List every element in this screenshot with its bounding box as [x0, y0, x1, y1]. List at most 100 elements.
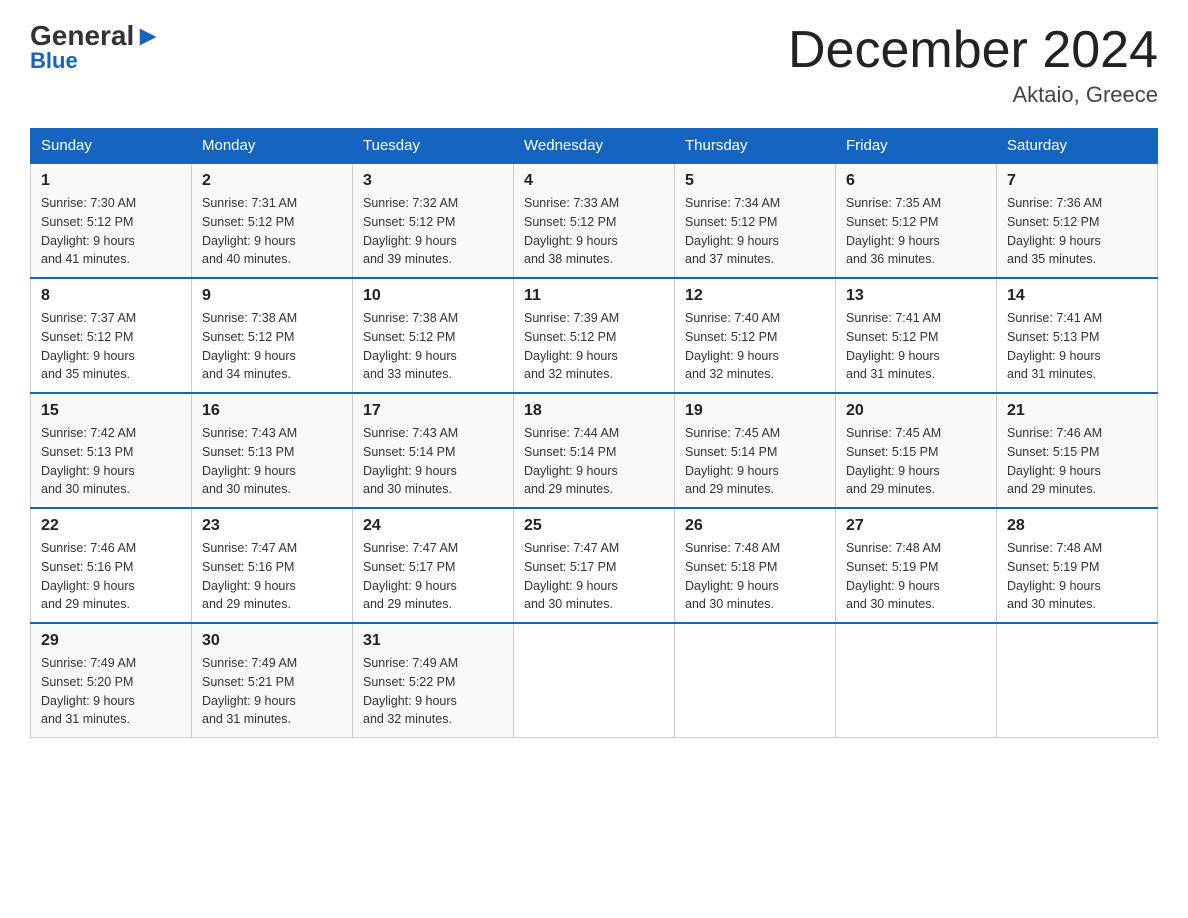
day-info: Sunrise: 7:49 AM Sunset: 5:22 PM Dayligh…: [363, 654, 503, 729]
daylight-label: Daylight: 9 hours: [363, 579, 457, 593]
day-info: Sunrise: 7:46 AM Sunset: 5:16 PM Dayligh…: [41, 539, 181, 614]
daylight-minutes: and 29 minutes.: [685, 482, 774, 496]
day-number: 7: [1007, 172, 1147, 190]
month-year-title: December 2024: [788, 20, 1158, 80]
title-section: December 2024 Aktaio, Greece: [788, 20, 1158, 108]
day-info: Sunrise: 7:37 AM Sunset: 5:12 PM Dayligh…: [41, 309, 181, 384]
day-number: 3: [363, 172, 503, 190]
day-number: 15: [41, 402, 181, 420]
daylight-label: Daylight: 9 hours: [685, 349, 779, 363]
day-info: Sunrise: 7:47 AM Sunset: 5:16 PM Dayligh…: [202, 539, 342, 614]
daylight-minutes: and 36 minutes.: [846, 252, 935, 266]
daylight-minutes: and 31 minutes.: [41, 712, 130, 726]
daylight-label: Daylight: 9 hours: [363, 464, 457, 478]
daylight-label: Daylight: 9 hours: [846, 234, 940, 248]
sunset-label: Sunset: 5:12 PM: [202, 215, 294, 229]
day-number: 19: [685, 402, 825, 420]
daylight-label: Daylight: 9 hours: [685, 234, 779, 248]
col-wednesday: Wednesday: [514, 129, 675, 164]
daylight-label: Daylight: 9 hours: [685, 579, 779, 593]
day-number: 11: [524, 287, 664, 305]
col-sunday: Sunday: [31, 129, 192, 164]
daylight-minutes: and 38 minutes.: [524, 252, 613, 266]
day-info: Sunrise: 7:40 AM Sunset: 5:12 PM Dayligh…: [685, 309, 825, 384]
day-number: 1: [41, 172, 181, 190]
daylight-label: Daylight: 9 hours: [202, 579, 296, 593]
table-row: 3 Sunrise: 7:32 AM Sunset: 5:12 PM Dayli…: [353, 163, 514, 278]
day-info: Sunrise: 7:48 AM Sunset: 5:19 PM Dayligh…: [846, 539, 986, 614]
daylight-label: Daylight: 9 hours: [202, 694, 296, 708]
day-info: Sunrise: 7:41 AM Sunset: 5:12 PM Dayligh…: [846, 309, 986, 384]
sunset-label: Sunset: 5:14 PM: [685, 445, 777, 459]
table-row: 28 Sunrise: 7:48 AM Sunset: 5:19 PM Dayl…: [997, 508, 1158, 623]
daylight-minutes: and 32 minutes.: [524, 367, 613, 381]
table-row: [675, 623, 836, 738]
daylight-minutes: and 30 minutes.: [1007, 597, 1096, 611]
sunrise-label: Sunrise: 7:32 AM: [363, 196, 458, 210]
sunrise-label: Sunrise: 7:41 AM: [846, 311, 941, 325]
sunrise-label: Sunrise: 7:33 AM: [524, 196, 619, 210]
daylight-minutes: and 40 minutes.: [202, 252, 291, 266]
sunrise-label: Sunrise: 7:39 AM: [524, 311, 619, 325]
day-info: Sunrise: 7:38 AM Sunset: 5:12 PM Dayligh…: [363, 309, 503, 384]
day-info: Sunrise: 7:35 AM Sunset: 5:12 PM Dayligh…: [846, 194, 986, 269]
table-row: 19 Sunrise: 7:45 AM Sunset: 5:14 PM Dayl…: [675, 393, 836, 508]
day-info: Sunrise: 7:30 AM Sunset: 5:12 PM Dayligh…: [41, 194, 181, 269]
daylight-label: Daylight: 9 hours: [41, 349, 135, 363]
table-row: 6 Sunrise: 7:35 AM Sunset: 5:12 PM Dayli…: [836, 163, 997, 278]
daylight-label: Daylight: 9 hours: [41, 234, 135, 248]
table-row: 21 Sunrise: 7:46 AM Sunset: 5:15 PM Dayl…: [997, 393, 1158, 508]
sunrise-label: Sunrise: 7:36 AM: [1007, 196, 1102, 210]
col-friday: Friday: [836, 129, 997, 164]
daylight-minutes: and 35 minutes.: [1007, 252, 1096, 266]
day-info: Sunrise: 7:36 AM Sunset: 5:12 PM Dayligh…: [1007, 194, 1147, 269]
daylight-label: Daylight: 9 hours: [202, 349, 296, 363]
daylight-label: Daylight: 9 hours: [1007, 349, 1101, 363]
daylight-minutes: and 29 minutes.: [202, 597, 291, 611]
day-number: 20: [846, 402, 986, 420]
day-number: 29: [41, 632, 181, 650]
day-number: 23: [202, 517, 342, 535]
table-row: 17 Sunrise: 7:43 AM Sunset: 5:14 PM Dayl…: [353, 393, 514, 508]
sunset-label: Sunset: 5:13 PM: [41, 445, 133, 459]
daylight-minutes: and 37 minutes.: [685, 252, 774, 266]
daylight-minutes: and 30 minutes.: [41, 482, 130, 496]
daylight-label: Daylight: 9 hours: [363, 349, 457, 363]
day-info: Sunrise: 7:49 AM Sunset: 5:20 PM Dayligh…: [41, 654, 181, 729]
table-row: 7 Sunrise: 7:36 AM Sunset: 5:12 PM Dayli…: [997, 163, 1158, 278]
day-number: 28: [1007, 517, 1147, 535]
daylight-label: Daylight: 9 hours: [846, 579, 940, 593]
day-number: 4: [524, 172, 664, 190]
day-number: 30: [202, 632, 342, 650]
sunset-label: Sunset: 5:12 PM: [685, 215, 777, 229]
calendar-week-row: 8 Sunrise: 7:37 AM Sunset: 5:12 PM Dayli…: [31, 278, 1158, 393]
day-info: Sunrise: 7:47 AM Sunset: 5:17 PM Dayligh…: [524, 539, 664, 614]
sunset-label: Sunset: 5:12 PM: [202, 330, 294, 344]
sunrise-label: Sunrise: 7:48 AM: [685, 541, 780, 555]
day-info: Sunrise: 7:43 AM Sunset: 5:13 PM Dayligh…: [202, 424, 342, 499]
daylight-minutes: and 35 minutes.: [41, 367, 130, 381]
sunset-label: Sunset: 5:22 PM: [363, 675, 455, 689]
day-number: 27: [846, 517, 986, 535]
location-subtitle: Aktaio, Greece: [788, 82, 1158, 108]
table-row: 24 Sunrise: 7:47 AM Sunset: 5:17 PM Dayl…: [353, 508, 514, 623]
sunrise-label: Sunrise: 7:43 AM: [202, 426, 297, 440]
sunset-label: Sunset: 5:12 PM: [41, 330, 133, 344]
sunset-label: Sunset: 5:13 PM: [202, 445, 294, 459]
daylight-label: Daylight: 9 hours: [524, 234, 618, 248]
daylight-label: Daylight: 9 hours: [202, 234, 296, 248]
table-row: 14 Sunrise: 7:41 AM Sunset: 5:13 PM Dayl…: [997, 278, 1158, 393]
table-row: 31 Sunrise: 7:49 AM Sunset: 5:22 PM Dayl…: [353, 623, 514, 738]
day-info: Sunrise: 7:44 AM Sunset: 5:14 PM Dayligh…: [524, 424, 664, 499]
sunset-label: Sunset: 5:17 PM: [524, 560, 616, 574]
daylight-minutes: and 29 minutes.: [524, 482, 613, 496]
daylight-label: Daylight: 9 hours: [41, 694, 135, 708]
daylight-label: Daylight: 9 hours: [524, 464, 618, 478]
sunrise-label: Sunrise: 7:48 AM: [1007, 541, 1102, 555]
table-row: 27 Sunrise: 7:48 AM Sunset: 5:19 PM Dayl…: [836, 508, 997, 623]
daylight-minutes: and 31 minutes.: [846, 367, 935, 381]
calendar-table: Sunday Monday Tuesday Wednesday Thursday…: [30, 128, 1158, 738]
day-info: Sunrise: 7:32 AM Sunset: 5:12 PM Dayligh…: [363, 194, 503, 269]
calendar-week-row: 1 Sunrise: 7:30 AM Sunset: 5:12 PM Dayli…: [31, 163, 1158, 278]
table-row: 16 Sunrise: 7:43 AM Sunset: 5:13 PM Dayl…: [192, 393, 353, 508]
